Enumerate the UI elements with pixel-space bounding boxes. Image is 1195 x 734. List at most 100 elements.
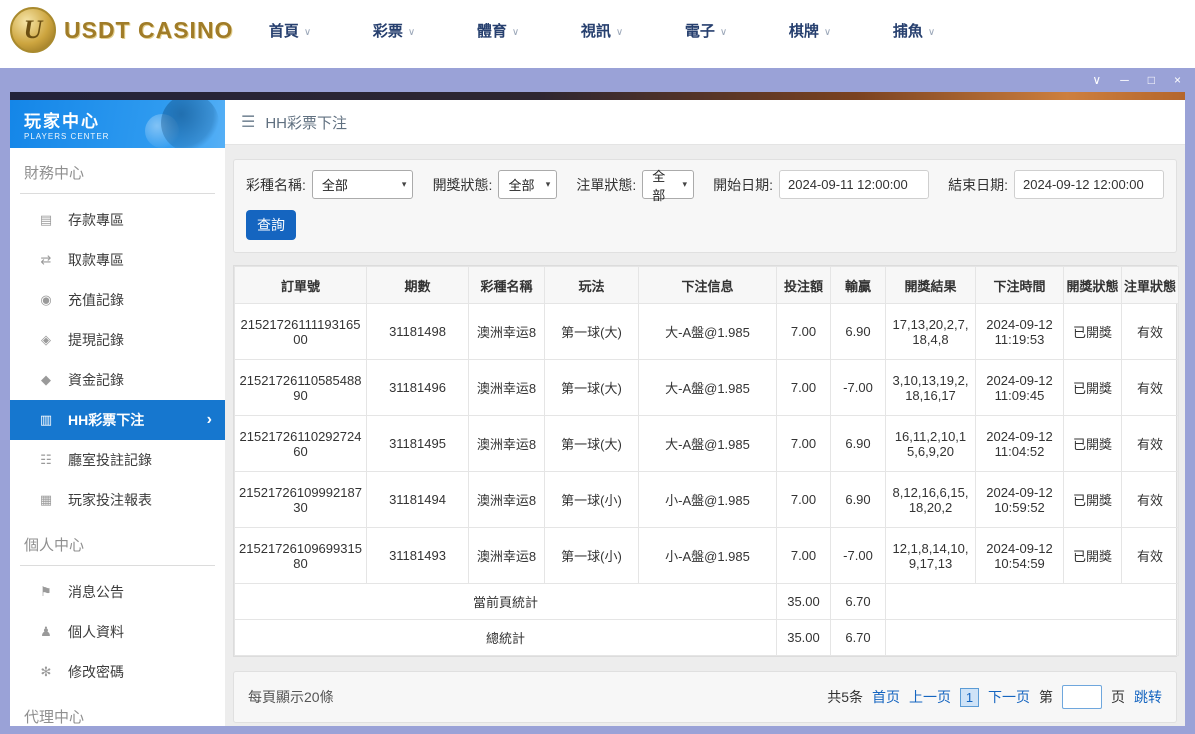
jump-button[interactable]: 跳转 [1134, 687, 1162, 707]
sidebar-item-profile[interactable]: ♟ 個人資料 [10, 612, 225, 652]
draw-status-filter-label: 開獎狀態: [432, 176, 493, 193]
draw-status-select[interactable]: 全部 ▾ [498, 170, 558, 199]
column-header-result: 開獎結果 [885, 266, 976, 304]
bet-status-select[interactable]: 全部 ▾ [642, 169, 694, 203]
cell-result: 3,10,13,19,2,18,16,17 [885, 359, 976, 416]
cell-winloss: -7.00 [830, 359, 886, 416]
next-page-link[interactable]: 下一页 [988, 687, 1030, 707]
cell-bet-info: 小-A盤@1.985 [638, 527, 777, 584]
window-close-icon[interactable]: × [1174, 74, 1181, 86]
sidebar-item-withdraw[interactable]: ⇄ 取款專區 [10, 240, 225, 280]
sidebar-item-label: 個人資料 [68, 624, 124, 640]
nav-item-label: 體育 [476, 22, 507, 40]
site-nav: 首頁 ∨ 彩票 ∨ 體育 ∨ 視訊 ∨ 電子 ∨ 棋牌 ∨ 捕魚 ∨ [238, 20, 1185, 41]
sidebar-item-announcements[interactable]: ⚑ 消息公告 [10, 572, 225, 612]
cell-draw-status: 已開獎 [1063, 303, 1122, 360]
cell-play: 第一球(大) [544, 303, 639, 360]
table-row: 2152172611058548890 31181496 澳洲幸运8 第一球(大… [234, 359, 1179, 416]
sidebar-item-hall-bet-records[interactable]: ☷ 廳室投註記錄 [10, 440, 225, 480]
nav-item-label: 捕魚 [892, 22, 923, 40]
nav-item-cards[interactable]: 棋牌 ∨ [758, 20, 862, 41]
bet-status-filter-label: 注單狀態: [576, 176, 637, 193]
withdraw-record-icon: ◈ [41, 332, 51, 347]
nav-item-label: 首頁 [268, 22, 299, 40]
end-date-input[interactable] [1014, 170, 1165, 199]
sidebar-item-label: 消息公告 [68, 584, 124, 600]
fund-record-icon: ◆ [41, 372, 51, 387]
filter-panel: 彩種名稱: 全部 ▾ 開獎狀態: 全部 ▾ 注單狀態: 全部 ▾ 開始日期: 2… [233, 159, 1177, 253]
draw-status-select-value: 全部 [508, 178, 535, 193]
chevron-down-icon: ∨ [719, 26, 728, 38]
column-header-play: 玩法 [544, 266, 639, 304]
logo[interactable]: U USDT CASINO [10, 7, 238, 53]
cell-time: 2024-09-12 10:54:59 [975, 527, 1064, 584]
nav-item-fishing[interactable]: 捕魚 ∨ [862, 20, 966, 41]
nav-item-slots[interactable]: 電子 ∨ [654, 20, 758, 41]
current-page-indicator[interactable]: 1 [960, 687, 979, 707]
hamburger-icon[interactable]: ☰ [241, 112, 255, 132]
nav-item-live[interactable]: 視訊 ∨ [550, 20, 654, 41]
chevron-down-icon: ▾ [545, 179, 551, 189]
sidebar-item-withdraw-records[interactable]: ◈ 提現記錄 [10, 320, 225, 360]
sidebar: 玩家中心 PLAYERS CENTER 財務中心 ▤ 存款專區 ⇄ 取款專區 ◉… [10, 100, 225, 726]
cell-play: 第一球(小) [544, 471, 639, 528]
bet-status-select-value: 全部 [652, 168, 666, 203]
recharge-record-icon: ◉ [40, 292, 52, 307]
sidebar-item-deposit[interactable]: ▤ 存款專區 [10, 200, 225, 240]
cell-bet-info: 大-A盤@1.985 [638, 359, 777, 416]
lottery-select[interactable]: 全部 ▾ [311, 170, 414, 199]
cell-winloss: 6.90 [830, 303, 886, 360]
prev-page-link[interactable]: 上一页 [909, 687, 951, 707]
cell-winloss: 6.90 [830, 471, 886, 528]
window-maximize-icon[interactable]: □ [1148, 74, 1155, 86]
nav-item-home[interactable]: 首頁 ∨ [238, 20, 342, 41]
cell-play: 第一球(大) [544, 415, 639, 472]
summary-amount: 35.00 [776, 619, 831, 656]
sidebar-item-change-password[interactable]: ✻ 修改密碼 [10, 652, 225, 692]
window-collapse-icon[interactable]: ∨ [1092, 74, 1101, 86]
sidebar-item-label: 取款專區 [68, 252, 124, 268]
nav-item-lottery[interactable]: 彩票 ∨ [342, 20, 446, 41]
cell-amount: 7.00 [776, 359, 831, 416]
cell-period: 31181496 [366, 359, 469, 416]
column-header-draw-status: 開獎狀態 [1063, 266, 1122, 304]
nav-item-sports[interactable]: 體育 ∨ [446, 20, 550, 41]
search-button[interactable]: 查詢 [246, 210, 296, 240]
cell-bet-info: 大-A盤@1.985 [638, 303, 777, 360]
chevron-down-icon: ∨ [927, 26, 936, 38]
window-minimize-icon[interactable]: ─ [1120, 74, 1129, 86]
start-date-input[interactable] [779, 170, 930, 199]
total-count-text: 共5条 [827, 689, 863, 705]
summary-label: 總統計 [234, 619, 777, 656]
jump-prefix-label: 第 [1039, 689, 1053, 705]
table-header-row: 訂單號 期數 彩種名稱 玩法 下注信息 投注額 輸贏 開獎結果 下注時間 開獎狀… [234, 266, 1179, 304]
end-date-label: 結束日期: [948, 176, 1009, 193]
page-size-text: 每頁顯示20條 [248, 689, 334, 705]
report-icon: ▦ [39, 492, 53, 507]
cell-bet-status: 有效 [1121, 415, 1179, 472]
cell-winloss: 6.90 [830, 415, 886, 472]
section-label-personal: 個人中心 [20, 534, 215, 566]
column-header-order-no: 訂單號 [234, 266, 367, 304]
announcement-icon: ⚑ [40, 584, 52, 599]
sidebar-item-hh-lottery-bets[interactable]: ▥ HH彩票下注 › [10, 400, 225, 440]
cell-amount: 7.00 [776, 415, 831, 472]
password-icon: ✻ [40, 664, 52, 679]
cell-order-no: 2152172611058548890 [234, 359, 367, 416]
cell-result: 17,13,20,2,7,18,4,8 [885, 303, 976, 360]
cell-bet-status: 有效 [1121, 471, 1179, 528]
sidebar-item-fund-records[interactable]: ◆ 資金記錄 [10, 360, 225, 400]
page-jump-input[interactable] [1062, 685, 1102, 709]
cell-period: 31181494 [366, 471, 469, 528]
cell-winloss: -7.00 [830, 527, 886, 584]
sidebar-item-label: 玩家投注報表 [68, 492, 152, 508]
cell-order-no: 2152172610969931580 [234, 527, 367, 584]
sidebar-item-player-bet-report[interactable]: ▦ 玩家投注報表 [10, 480, 225, 520]
logo-text: USDT CASINO [64, 16, 234, 43]
first-page-link[interactable]: 首页 [872, 687, 900, 707]
cell-time: 2024-09-12 11:19:53 [975, 303, 1064, 360]
sidebar-item-recharge-records[interactable]: ◉ 充值記錄 [10, 280, 225, 320]
cell-amount: 7.00 [776, 527, 831, 584]
start-date-label: 開始日期: [713, 176, 774, 193]
summary-label: 當前頁統計 [234, 583, 777, 620]
